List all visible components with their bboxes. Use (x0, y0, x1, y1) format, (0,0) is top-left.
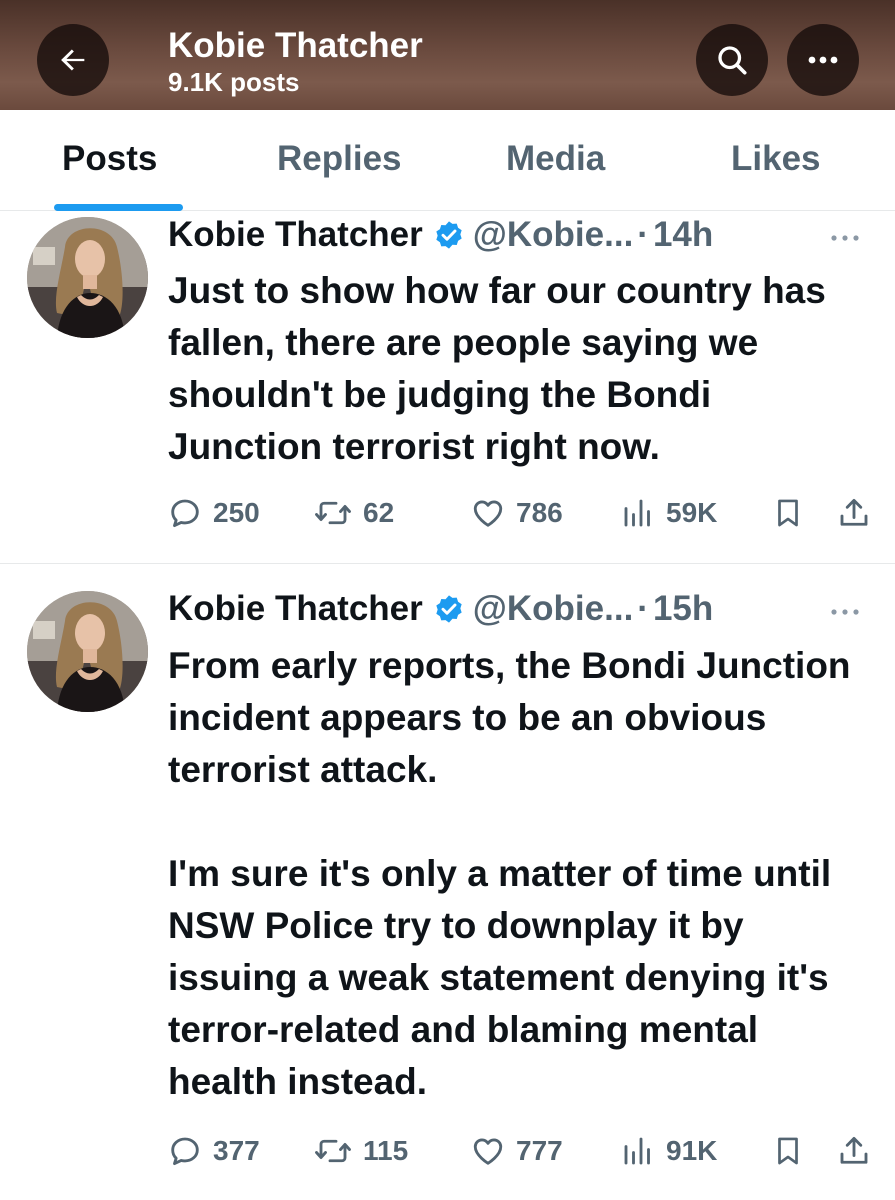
repost-count: 62 (363, 497, 395, 528)
post-more-button[interactable] (830, 229, 860, 247)
post-actions: 377 115 777 91K (0, 1127, 895, 1175)
author-name[interactable]: Kobie Thatcher (168, 215, 423, 255)
arrow-left-icon (61, 49, 85, 71)
meta-separator: · (637, 589, 649, 628)
share-icon (840, 498, 868, 526)
avatar-portrait (27, 591, 148, 712)
tab-likes[interactable]: Likes (731, 139, 821, 179)
more-icon (831, 235, 859, 241)
profile-header: Kobie Thatcher 9.1K posts (0, 0, 895, 110)
bookmark-icon (778, 499, 798, 527)
repost-count: 115 (363, 1135, 409, 1166)
reply-icon (171, 499, 199, 528)
author-handle[interactable]: @Kobie... (473, 215, 634, 255)
profile-tabs: Posts Replies Media Likes (0, 110, 895, 211)
heart-icon (473, 1138, 503, 1165)
verified-badge-icon (433, 593, 465, 625)
post-item[interactable]: Kobie Thatcher @Kobie... · 15h From earl… (0, 564, 895, 1200)
view-count: 91K (666, 1135, 718, 1166)
post-text: From early reports, the Bondi Junction i… (168, 645, 851, 1102)
tab-posts[interactable]: Posts (62, 139, 157, 179)
views-icon (624, 499, 650, 527)
avatar[interactable] (27, 217, 148, 338)
avatar-portrait (27, 217, 148, 338)
like-button[interactable]: 786 (470, 489, 563, 537)
views-button[interactable]: 91K (620, 1127, 717, 1175)
post-item[interactable]: Kobie Thatcher @Kobie... · 14h Just to s… (0, 211, 895, 564)
avatar[interactable] (27, 591, 148, 712)
post-meta: Kobie Thatcher @Kobie... · 15h (168, 589, 713, 629)
back-button[interactable] (37, 24, 109, 96)
post-text: Just to show how far our country has fal… (168, 270, 826, 467)
author-name[interactable]: Kobie Thatcher (168, 589, 423, 629)
post-more-button[interactable] (830, 603, 860, 621)
repost-button[interactable]: 115 (313, 1127, 408, 1175)
profile-name-title: Kobie Thatcher (168, 26, 423, 65)
search-button[interactable] (696, 24, 768, 96)
search-icon (718, 46, 747, 75)
reply-count: 250 (213, 497, 260, 528)
share-button[interactable] (836, 489, 872, 537)
views-button[interactable]: 59K (620, 489, 717, 537)
more-icon (808, 56, 838, 64)
reply-button[interactable]: 377 (167, 1127, 260, 1175)
like-button[interactable]: 777 (470, 1127, 563, 1175)
meta-separator: · (637, 215, 649, 254)
reply-count: 377 (213, 1135, 260, 1166)
post-actions: 250 62 786 59K (0, 489, 895, 537)
post-count: 9.1K posts (168, 67, 300, 97)
like-count: 786 (516, 497, 563, 528)
more-icon (831, 609, 859, 615)
repost-icon (315, 1139, 351, 1163)
reply-button[interactable]: 250 (167, 489, 260, 537)
post-time[interactable]: 14h (653, 215, 713, 255)
tab-replies[interactable]: Replies (277, 139, 402, 179)
reply-icon (171, 1137, 199, 1166)
bookmark-icon (778, 1137, 798, 1165)
author-handle[interactable]: @Kobie... (473, 589, 634, 629)
more-options-button[interactable] (787, 24, 859, 96)
tab-media[interactable]: Media (506, 139, 605, 179)
share-button[interactable] (836, 1127, 872, 1175)
heart-icon (473, 500, 503, 527)
share-icon (840, 1136, 868, 1164)
view-count: 59K (666, 497, 718, 528)
repost-icon (315, 501, 351, 525)
bookmark-button[interactable] (771, 489, 805, 537)
like-count: 777 (516, 1135, 563, 1166)
active-tab-indicator (54, 204, 183, 211)
views-icon (624, 1137, 650, 1165)
repost-button[interactable]: 62 (313, 489, 394, 537)
post-time[interactable]: 15h (653, 589, 713, 629)
verified-badge-icon (433, 219, 465, 251)
bookmark-button[interactable] (771, 1127, 805, 1175)
post-meta: Kobie Thatcher @Kobie... · 14h (168, 215, 713, 255)
